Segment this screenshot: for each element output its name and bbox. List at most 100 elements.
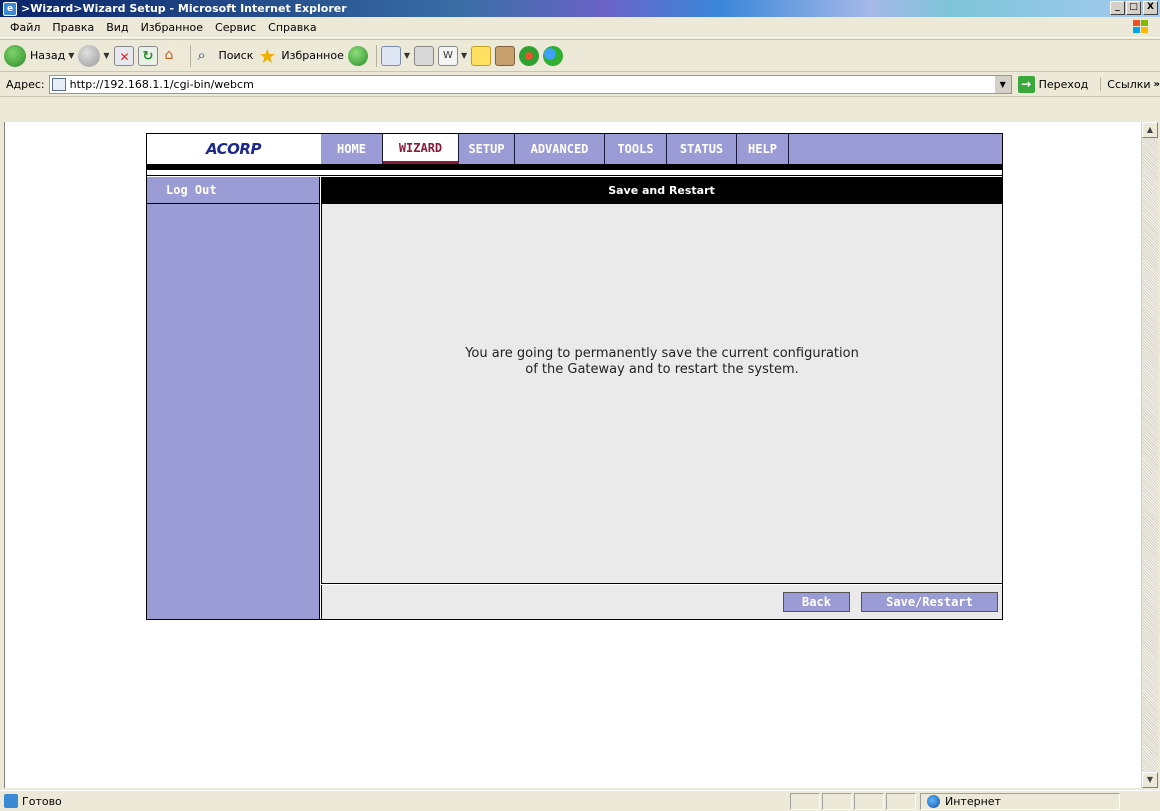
menu-edit[interactable]: Правка <box>46 21 100 34</box>
nav-advanced[interactable]: ADVANCED <box>515 134 605 164</box>
window-title-bar: e >Wizard>Wizard Setup - Microsoft Inter… <box>0 0 1160 17</box>
top-nav: HOME WIZARD SETUP ADVANCED TOOLS STATUS … <box>321 134 1002 164</box>
address-bar: Адрес: http://192.168.1.1/cgi-bin/webcm … <box>0 73 1160 97</box>
menu-file[interactable]: Файл <box>4 21 46 34</box>
window-controls: _ □ X <box>1109 1 1158 15</box>
browser-toolbar: Назад ▼ ▼ ✕ ↻ ⌂ ⌕ Поиск ★ Избранное ▼ W … <box>0 39 1160 72</box>
refresh-icon: ↻ <box>137 45 158 66</box>
status-segment <box>854 792 884 810</box>
status-segment <box>886 792 916 810</box>
message-line-1: You are going to permanently save the cu… <box>465 346 859 361</box>
status-segment <box>822 792 852 810</box>
messenger-icon <box>543 45 564 66</box>
close-button[interactable]: X <box>1143 1 1158 15</box>
nav-status[interactable]: STATUS <box>667 134 737 164</box>
panel-footer: Back Save/Restart <box>321 585 1002 619</box>
minimize-button[interactable]: _ <box>1110 1 1125 15</box>
printer-icon <box>414 45 434 66</box>
vertical-scrollbar[interactable]: ▲ ▼ <box>1141 122 1158 788</box>
mail-button[interactable]: ▼ <box>380 43 410 69</box>
history-icon <box>347 45 368 66</box>
books-icon <box>495 45 516 66</box>
flower-icon <box>519 45 540 66</box>
menu-help[interactable]: Справка <box>262 21 322 34</box>
nav-wizard[interactable]: WIZARD <box>383 134 459 164</box>
nav-home[interactable]: HOME <box>321 134 383 164</box>
stop-icon: ✕ <box>113 45 134 66</box>
status-text-area: Готово <box>0 794 790 808</box>
messenger-button[interactable] <box>543 43 564 69</box>
back-label: Назад <box>30 49 66 62</box>
back-button[interactable]: Назад ▼ <box>4 43 74 69</box>
search-label: Поиск <box>218 49 254 62</box>
nav-setup[interactable]: SETUP <box>459 134 515 164</box>
chevron-down-icon[interactable]: ▼ <box>993 76 1011 93</box>
panel-title: Save and Restart <box>321 177 1002 204</box>
forward-arrow-icon <box>78 44 101 67</box>
panel-body: You are going to permanently save the cu… <box>321 204 1002 584</box>
scroll-up-button[interactable]: ▲ <box>1142 122 1158 138</box>
chevron-down-icon[interactable]: ▼ <box>103 51 109 60</box>
scroll-down-button[interactable]: ▼ <box>1142 772 1158 788</box>
discuss-button[interactable] <box>471 43 492 69</box>
menu-view[interactable]: Вид <box>100 21 134 34</box>
sidebar: Log Out <box>147 177 320 619</box>
zone-text: Интернет <box>945 794 1001 808</box>
header-spacer <box>147 170 1002 176</box>
maximize-button[interactable]: □ <box>1126 1 1141 15</box>
save-restart-button[interactable]: Save/Restart <box>861 592 998 612</box>
stop-button[interactable]: ✕ <box>113 43 134 69</box>
nav-help[interactable]: HELP <box>737 134 789 164</box>
links-button[interactable]: Ссылки <box>1100 78 1151 91</box>
status-text: Готово <box>22 794 62 808</box>
status-segment <box>790 792 820 810</box>
edit-button[interactable]: W ▼ <box>438 43 467 69</box>
logo-text: ACORP <box>206 140 261 158</box>
favorites-label: Избранное <box>281 49 344 62</box>
go-label: Переход <box>1038 78 1089 91</box>
window-title: >Wizard>Wizard Setup - Microsoft Interne… <box>21 2 347 15</box>
toolbar-separator <box>375 44 377 67</box>
address-label: Адрес: <box>6 78 45 91</box>
ie-icon: e <box>3 1 17 16</box>
menu-bar: Файл Правка Вид Избранное Сервис Справка <box>0 17 1160 38</box>
mail-icon <box>380 45 401 66</box>
url-text[interactable]: http://192.168.1.1/cgi-bin/webcm <box>70 78 254 91</box>
search-button[interactable]: ⌕ Поиск <box>195 43 254 69</box>
status-bar: Готово Интернет <box>0 790 1160 811</box>
note-icon <box>471 45 492 66</box>
chevron-down-icon[interactable]: ▼ <box>404 51 410 60</box>
print-button[interactable] <box>414 43 434 69</box>
menu-favorites[interactable]: Избранное <box>135 21 209 34</box>
toolbar-separator <box>189 44 191 67</box>
go-button[interactable]: → Переход <box>1017 76 1089 93</box>
router-page: ACORP HOME WIZARD SETUP ADVANCED TOOLS S… <box>146 133 1003 620</box>
go-arrow-icon: → <box>1017 76 1035 93</box>
menu-tools[interactable]: Сервис <box>209 21 262 34</box>
star-icon: ★ <box>258 43 277 68</box>
history-button[interactable] <box>347 43 368 69</box>
icq-button[interactable] <box>519 43 540 69</box>
chevron-down-icon[interactable]: ▼ <box>461 51 467 60</box>
back-button[interactable]: Back <box>783 592 850 612</box>
panel-message: You are going to permanently save the cu… <box>322 346 1002 378</box>
logo[interactable]: ACORP <box>147 134 320 164</box>
page-status-icon <box>4 794 18 808</box>
message-line-2: of the Gateway and to restart the system… <box>525 362 799 377</box>
search-icon: ⌕ <box>197 45 206 64</box>
security-zone: Интернет <box>920 792 1120 810</box>
logout-link[interactable]: Log Out <box>147 177 319 204</box>
url-input[interactable]: http://192.168.1.1/cgi-bin/webcm ▼ <box>48 75 1012 94</box>
forward-button[interactable]: ▼ <box>78 43 110 69</box>
chevron-right-icon[interactable]: » <box>1154 79 1160 90</box>
back-arrow-icon <box>4 44 26 67</box>
nav-tools[interactable]: TOOLS <box>605 134 667 164</box>
home-button[interactable]: ⌂ <box>161 43 182 69</box>
favorites-button[interactable]: ★ Избранное <box>257 43 343 69</box>
page-icon <box>51 78 66 91</box>
research-button[interactable] <box>495 43 516 69</box>
refresh-button[interactable]: ↻ <box>137 43 158 69</box>
chevron-down-icon[interactable]: ▼ <box>68 51 74 60</box>
word-icon: W <box>438 45 458 66</box>
windows-logo-icon <box>1133 20 1148 33</box>
